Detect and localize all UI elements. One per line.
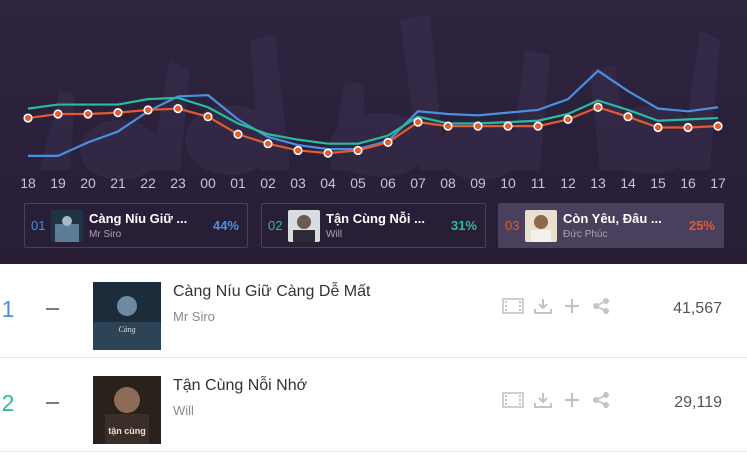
- legend-artist: Will: [326, 229, 343, 240]
- data-point: [533, 121, 543, 131]
- data-point: [323, 148, 333, 158]
- x-tick-label: 19: [50, 175, 66, 191]
- play-count: 29,119: [674, 394, 722, 411]
- x-tick-label: 07: [410, 175, 426, 191]
- data-point: [263, 139, 273, 149]
- song-actions: [502, 297, 620, 315]
- song-rank: 2: [1, 390, 15, 416]
- song-thumbnail: [51, 209, 83, 242]
- data-point: [563, 114, 573, 124]
- data-point: [233, 129, 243, 139]
- data-point: [623, 112, 633, 122]
- legend-title: Còn Yêu, Đâu ...: [563, 211, 662, 226]
- legend-rank: 03: [505, 218, 520, 233]
- chart-hero: 18 19 20 21 22 23 00 01 02 03 04 05 06 07 08 09 10 11 12 13…: [0, 0, 747, 264]
- svg-text:Càng: Càng: [118, 325, 135, 334]
- rank-unchanged-icon: [46, 402, 59, 404]
- legend-title: Càng Níu Giữ ...: [89, 211, 188, 226]
- plus-icon[interactable]: [562, 297, 582, 315]
- x-tick-label: 16: [680, 175, 696, 191]
- x-tick-label: 00: [200, 175, 216, 191]
- rank-unchanged-icon: [46, 308, 59, 310]
- play-count: 41,567: [673, 300, 722, 317]
- data-point: [383, 137, 393, 147]
- x-tick-label: 21: [110, 175, 126, 191]
- x-tick-label: 10: [500, 175, 516, 191]
- song-title[interactable]: Càng Níu Giữ Càng Dễ Mất: [173, 283, 370, 301]
- data-point: [113, 108, 123, 118]
- data-point: [203, 112, 213, 122]
- film-icon[interactable]: [502, 391, 524, 409]
- x-tick-label: 03: [290, 175, 306, 191]
- data-point: [83, 109, 93, 119]
- song-row[interactable]: 2 tận cùng Tận Cùng Nỗi Nhớ Will 29,119: [0, 358, 747, 452]
- legend-percent: 31%: [450, 218, 477, 233]
- x-tick-label: 01: [230, 175, 246, 191]
- song-artist[interactable]: Mr Siro: [173, 309, 215, 324]
- x-tick-label: 18: [20, 175, 36, 191]
- series-line-3: [27, 106, 719, 155]
- legend-artist: Đức Phúc: [563, 229, 608, 240]
- song-actions: [502, 391, 620, 409]
- svg-text:tận cùng: tận cùng: [108, 426, 146, 436]
- data-point: [593, 102, 603, 112]
- series-line-2: [27, 96, 719, 145]
- data-point: [143, 105, 153, 115]
- x-tick-label: 22: [140, 175, 156, 191]
- legend-percent: 44%: [212, 218, 239, 233]
- data-point: [413, 117, 423, 127]
- song-artist[interactable]: Will: [173, 403, 194, 418]
- data-point: [443, 121, 453, 131]
- legend-item-3[interactable]: 03 Còn Yêu, Đâu ... Đức Phúc 25%: [498, 203, 724, 248]
- film-icon[interactable]: [502, 297, 524, 315]
- x-tick-label: 11: [531, 175, 546, 191]
- data-point: [713, 121, 723, 131]
- legend-percent: 25%: [688, 218, 715, 233]
- data-point: [23, 113, 33, 123]
- data-point: [173, 103, 183, 114]
- x-tick-label: 06: [380, 175, 396, 191]
- x-tick-label: 17: [710, 175, 726, 191]
- song-row[interactable]: 1 Càng Càng Níu Giữ Càng Dễ Mất Mr Siro …: [0, 264, 747, 358]
- x-tick-label: 08: [440, 175, 456, 191]
- legend-item-2[interactable]: 02 Tận Cùng Nỗi ... Will 31%: [261, 203, 486, 248]
- share-icon[interactable]: [591, 297, 611, 315]
- trend-line-chart: 18 19 20 21 22 23 00 01 02 03 04 05 06 07 08 09 10 11 12 13…: [20, 69, 726, 191]
- data-point: [53, 109, 63, 119]
- data-point: [683, 122, 693, 133]
- data-point: [473, 121, 483, 131]
- legend-rank: 01: [31, 218, 46, 233]
- x-tick-label: 20: [80, 175, 96, 191]
- legend-item-1[interactable]: 01 Càng Níu Giữ ... Mr Siro 44%: [24, 203, 248, 248]
- song-rank: 1: [1, 296, 15, 322]
- x-tick-label: 13: [590, 175, 606, 191]
- share-icon[interactable]: [591, 391, 611, 409]
- song-cover[interactable]: Càng: [93, 282, 161, 350]
- data-point: [293, 145, 303, 156]
- x-tick-label: 14: [620, 175, 636, 191]
- x-tick-label: 09: [470, 175, 486, 191]
- song-title[interactable]: Tận Cùng Nỗi Nhớ: [173, 377, 307, 395]
- download-icon[interactable]: [533, 297, 553, 315]
- legend-artist: Mr Siro: [89, 229, 122, 240]
- x-tick-label: 23: [170, 175, 186, 191]
- plus-icon[interactable]: [562, 391, 582, 409]
- x-tick-label: 02: [260, 175, 276, 191]
- legend-title: Tận Cùng Nỗi ...: [326, 211, 425, 226]
- x-tick-label: 05: [350, 175, 366, 191]
- legend-rank: 02: [268, 218, 283, 233]
- song-cover[interactable]: tận cùng: [93, 376, 161, 444]
- song-thumbnail: [288, 209, 320, 242]
- x-tick-label: 04: [320, 175, 336, 191]
- song-thumbnail: [525, 209, 557, 242]
- data-point: [653, 122, 663, 133]
- x-tick-label: 12: [560, 175, 576, 191]
- x-tick-label: 15: [650, 175, 666, 191]
- download-icon[interactable]: [533, 391, 553, 409]
- data-point: [353, 145, 363, 156]
- data-point: [503, 121, 513, 131]
